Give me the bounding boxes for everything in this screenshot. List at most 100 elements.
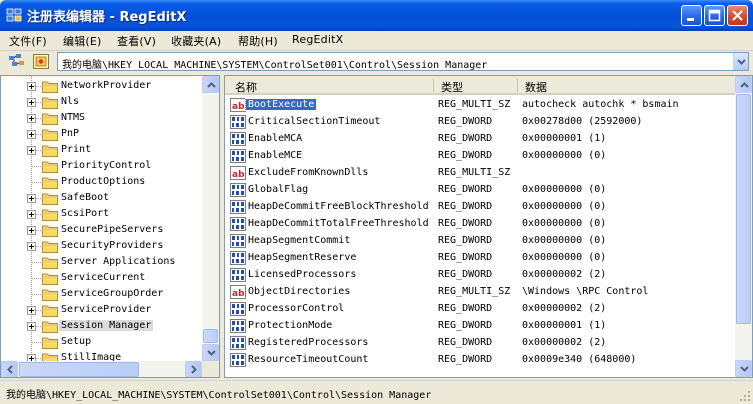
- tree-scroll-left-button[interactable]: [1, 361, 18, 377]
- tree-item[interactable]: PnP: [1, 126, 201, 142]
- expand-toggle-icon[interactable]: [27, 130, 36, 139]
- column-divider[interactable]: [433, 79, 434, 92]
- menu-edit[interactable]: 编辑(E): [63, 33, 102, 49]
- value-row[interactable]: HeapSegmentCommit REG_DWORD 0x00000000 (0): [225, 233, 735, 250]
- menu-favorites[interactable]: 收藏夹(A): [171, 33, 221, 49]
- value-row[interactable]: EnableMCA REG_DWORD 0x00000001 (1): [225, 131, 735, 148]
- list-scroll-up-button[interactable]: [735, 76, 752, 93]
- value-name: HeapSegmentCommit: [248, 235, 351, 246]
- close-button[interactable]: [727, 5, 748, 26]
- tree-item[interactable]: Nls: [1, 94, 201, 110]
- value-name: CriticalSectionTimeout: [248, 116, 381, 127]
- expand-toggle-icon[interactable]: [27, 146, 36, 155]
- regedit-toolbar-icon[interactable]: [8, 53, 26, 69]
- tree-guide-line: [32, 166, 41, 167]
- expand-toggle-icon[interactable]: [27, 98, 36, 107]
- column-header-type[interactable]: 类型: [433, 76, 517, 95]
- tree-item[interactable]: SecurePipeServers: [1, 222, 201, 238]
- tree-scroll-thumb[interactable]: [203, 329, 218, 343]
- list-scroll-thumb[interactable]: [736, 94, 751, 324]
- value-data: 0x00000000 (0): [522, 150, 607, 161]
- menu-file[interactable]: 文件(F): [9, 33, 47, 49]
- tree-item-label: Server Applications: [61, 256, 176, 267]
- tree-item[interactable]: Setup: [1, 334, 201, 350]
- folder-icon: [42, 336, 58, 349]
- expand-toggle-icon[interactable]: [27, 114, 36, 123]
- expand-toggle-icon[interactable]: [27, 306, 36, 315]
- tree-item[interactable]: ServiceGroupOrder: [1, 286, 201, 302]
- value-row[interactable]: HeapDeCommitFreeBlockThreshold REG_DWORD 0…: [225, 199, 735, 216]
- tree-item[interactable]: ServiceCurrent: [1, 270, 201, 286]
- expand-toggle-icon[interactable]: [27, 194, 36, 203]
- tree-item[interactable]: Session Manager: [1, 318, 201, 334]
- expand-toggle-icon[interactable]: [27, 322, 36, 331]
- tree-item[interactable]: ServiceProvider: [1, 302, 201, 318]
- folder-icon: [42, 256, 58, 269]
- minimize-button[interactable]: [681, 5, 702, 26]
- key-tree-pane[interactable]: NetworkProvider Nls NTMS PnP Print PriorityCo…: [0, 75, 220, 378]
- tree-item[interactable]: PriorityControl: [1, 158, 201, 174]
- tree-vertical-scrollbar[interactable]: [202, 76, 219, 361]
- value-row[interactable]: LicensedProcessors REG_DWORD 0x00000002 (2…: [225, 267, 735, 284]
- tree-item-label: ServiceGroupOrder: [61, 288, 164, 299]
- expand-toggle-icon[interactable]: [27, 242, 36, 251]
- value-data: 0x0009e340 (648000): [522, 354, 637, 365]
- menu-view[interactable]: 查看(V): [117, 33, 156, 49]
- value-data: 0x00000002 (2): [522, 303, 607, 314]
- tree-horizontal-scrollbar[interactable]: [1, 361, 202, 377]
- menu-help[interactable]: 帮助(H): [238, 33, 278, 49]
- folder-icon: [42, 96, 58, 109]
- value-row[interactable]: ResourceTimeoutCount REG_DWORD 0x0009e340 …: [225, 352, 735, 369]
- expand-toggle-icon[interactable]: [27, 226, 36, 235]
- column-header-name[interactable]: 名称: [225, 76, 433, 95]
- tree-item[interactable]: SafeBoot: [1, 190, 201, 206]
- value-row[interactable]: GlobalFlag REG_DWORD 0x00000000 (0): [225, 182, 735, 199]
- folder-icon: [42, 176, 58, 189]
- tree-scroll-right-button[interactable]: [185, 361, 202, 377]
- tree-item[interactable]: NetworkProvider: [1, 78, 201, 94]
- value-name: GlobalFlag: [248, 184, 309, 195]
- address-dropdown-button[interactable]: [733, 53, 748, 70]
- tree-scroll-down-button[interactable]: [202, 344, 219, 361]
- tree-item[interactable]: Server Applications: [1, 254, 201, 270]
- favorites-icon[interactable]: [33, 54, 49, 69]
- value-type: REG_MULTI_SZ: [438, 99, 511, 110]
- tree-item[interactable]: ScsiPort: [1, 206, 201, 222]
- column-header-data[interactable]: 数据: [517, 76, 735, 95]
- value-data: 0x00000000 (0): [522, 235, 607, 246]
- tree-item[interactable]: ProductOptions: [1, 174, 201, 190]
- tree-scroll-up-button[interactable]: [202, 76, 219, 93]
- value-row[interactable]: HeapDeCommitTotalFreeThreshold REG_DWORD 0…: [225, 216, 735, 233]
- value-row[interactable]: ProcessorControl REG_DWORD 0x00000002 (2): [225, 301, 735, 318]
- value-type: REG_DWORD: [438, 320, 493, 331]
- tree-item[interactable]: NTMS: [1, 110, 201, 126]
- value-row[interactable]: ProtectionMode REG_DWORD 0x00000001 (1): [225, 318, 735, 335]
- tree-guide-line: [32, 278, 41, 279]
- value-row[interactable]: HeapSegmentReserve REG_DWORD 0x00000000 (0…: [225, 250, 735, 267]
- expand-toggle-icon[interactable]: [27, 210, 36, 219]
- tree-hscroll-thumb[interactable]: [19, 362, 139, 377]
- menu-regeditx[interactable]: RegEditX: [292, 33, 343, 46]
- tree-item-label: Setup: [61, 336, 92, 347]
- chevron-up-icon: [740, 82, 749, 88]
- maximize-button[interactable]: [704, 5, 725, 26]
- tree-item[interactable]: Print: [1, 142, 201, 158]
- tree-item[interactable]: SecurityProviders: [1, 238, 201, 254]
- value-row[interactable]: CriticalSectionTimeout REG_DWORD 0x00278d0…: [225, 114, 735, 131]
- value-row[interactable]: ab ObjectDirectories REG_MULTI_SZ \Windows …: [225, 284, 735, 301]
- binary-value-icon: [230, 234, 246, 248]
- title-bar[interactable]: 注册表编辑器 - RegEditX: [0, 0, 753, 31]
- resize-grip-icon[interactable]: [739, 390, 751, 402]
- expand-toggle-icon[interactable]: [27, 82, 36, 91]
- address-input[interactable]: 我的电脑\HKEY_LOCAL_MACHINE\SYSTEM\ControlSe…: [57, 52, 749, 71]
- list-scroll-down-button[interactable]: [735, 360, 752, 377]
- value-row[interactable]: ab BootExecute REG_MULTI_SZ autocheck autoc…: [225, 97, 735, 114]
- value-row[interactable]: RegisteredProcessors REG_DWORD 0x00000002 …: [225, 335, 735, 352]
- column-divider[interactable]: [517, 79, 518, 92]
- values-list-pane[interactable]: 名称 类型 数据 ab BootExecute REG_MULTI_SZ autoch…: [224, 75, 753, 378]
- value-row[interactable]: ab ExcludeFromKnownDlls REG_MULTI_SZ: [225, 165, 735, 182]
- list-vertical-scrollbar[interactable]: [735, 76, 752, 377]
- status-bar: 我的电脑\HKEY_LOCAL_MACHINE\SYSTEM\ControlSe…: [0, 380, 753, 404]
- value-row[interactable]: EnableMCE REG_DWORD 0x00000000 (0): [225, 148, 735, 165]
- folder-icon: [42, 192, 58, 205]
